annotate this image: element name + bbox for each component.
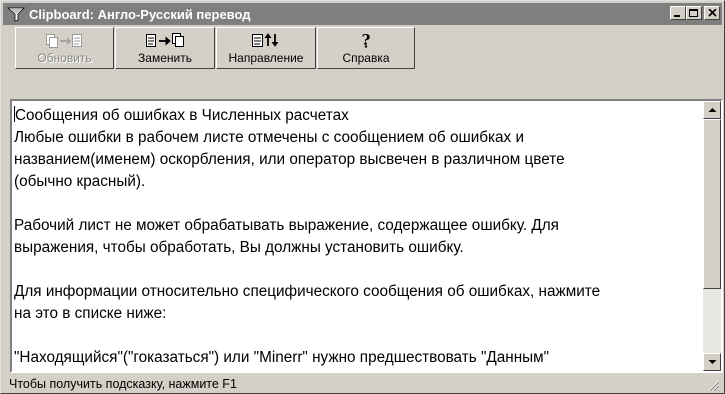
text-line: (обычно красный). (14, 173, 146, 190)
refresh-button-label: Обновить (37, 51, 92, 65)
window-title: Clipboard: Англо-Русский перевод (29, 6, 251, 22)
resize-grip-icon[interactable] (706, 378, 720, 392)
scroll-thumb[interactable] (703, 119, 721, 289)
help-button-label: Справка (342, 51, 390, 65)
replace-icon (146, 33, 184, 47)
direction-button[interactable]: Направление (216, 27, 316, 69)
text-line: выражения, чтобы обработать, Вы должны у… (14, 239, 464, 256)
minimize-button[interactable] (670, 6, 686, 20)
text-line: Любые ошибки в рабочем листе отмечены с … (14, 129, 525, 146)
window-controls (670, 6, 720, 20)
translation-panel: Сообщения об ошибках в Численных расчета… (10, 99, 723, 373)
refresh-copy-icon (45, 34, 82, 48)
replace-button[interactable]: Заменить (115, 27, 215, 69)
close-icon (707, 9, 717, 17)
close-button[interactable] (704, 6, 720, 20)
app-window: Clipboard: Англо-Русский перевод Обновит… (0, 0, 725, 394)
scroll-down-button[interactable] (703, 353, 721, 371)
maximize-icon (689, 8, 698, 17)
help-icon: ? (362, 32, 371, 48)
status-text: Чтобы получить подсказку, нажмите F1 (9, 377, 237, 391)
toolbar: Обновить Заменить Направление ? Справка (15, 27, 416, 69)
minimize-icon (674, 15, 680, 17)
text-line: названием(именем) оскорбления, или опера… (14, 151, 565, 168)
text-line: "Находящийся"("гоказаться") или "Minerr"… (14, 349, 550, 366)
replace-button-label: Заменить (138, 51, 192, 65)
help-button[interactable]: ? Справка (317, 27, 415, 69)
text-line: Сообщения об ошибках в Численных расчета… (14, 106, 349, 124)
refresh-button[interactable]: Обновить (15, 27, 114, 69)
text-line: Для информации относительно специфическо… (14, 283, 601, 300)
text-line: на это в списке ниже: (14, 305, 167, 322)
maximize-button[interactable] (686, 6, 702, 20)
app-icon[interactable] (7, 5, 25, 23)
direction-button-label: Направление (228, 51, 304, 65)
vertical-scrollbar[interactable] (703, 101, 721, 371)
text-line: Рабочий лист не может обрабатывать выраж… (14, 217, 559, 234)
title-bar[interactable]: Clipboard: Англо-Русский перевод (3, 3, 722, 25)
translation-text-area[interactable]: Сообщения об ошибках в Численных расчета… (12, 101, 701, 371)
arrow-up-icon (708, 108, 716, 112)
status-bar: Чтобы получить подсказку, нажмите F1 (3, 375, 722, 393)
scroll-up-button[interactable] (703, 101, 721, 119)
direction-icon (252, 33, 279, 47)
arrow-down-icon (708, 360, 716, 364)
